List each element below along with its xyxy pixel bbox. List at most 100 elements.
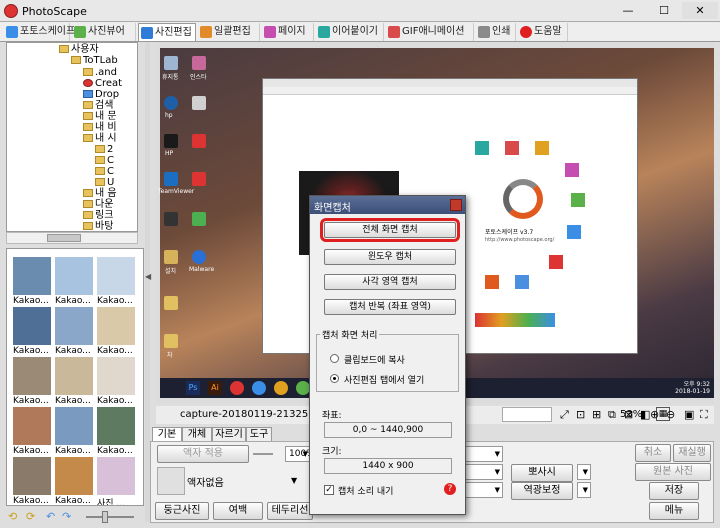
- zoom-window-icon[interactable]: ⧉: [608, 408, 616, 422]
- tree-horizontal-scrollbar[interactable]: [6, 232, 138, 244]
- thumbnail-grid[interactable]: Kakao... Kakao... Kakao... Kakao... Kaka…: [6, 248, 144, 506]
- batch-tab-icon: [200, 26, 212, 38]
- repeat-capture-button[interactable]: 캡처 반복 (좌표 영역): [324, 299, 456, 315]
- desktop-icon-label: 휴지통: [162, 74, 179, 81]
- backlight-button[interactable]: 뽀사시: [511, 464, 573, 482]
- status-field: [502, 407, 552, 422]
- thumbnail-image[interactable]: [55, 407, 93, 445]
- border-button[interactable]: 테두리선: [267, 502, 313, 520]
- tree-item-user[interactable]: ToTLab: [71, 55, 118, 67]
- rotate-left-icon[interactable]: ⟲: [8, 510, 17, 523]
- thumbnail-image[interactable]: [13, 407, 51, 445]
- undo-button[interactable]: 취소: [635, 444, 671, 462]
- redo-icon[interactable]: ↷: [62, 510, 71, 523]
- zoom-icon[interactable]: ⊡: [576, 408, 585, 421]
- panel-tab-crop[interactable]: 자르기: [212, 427, 246, 441]
- menu-button[interactable]: 메뉴: [649, 502, 699, 520]
- maximize-button[interactable]: ☐: [646, 2, 682, 19]
- frame-slider[interactable]: [253, 453, 273, 455]
- viewer-tab-icon: [74, 26, 86, 38]
- undo-icon[interactable]: ↶: [46, 510, 55, 523]
- backlight-correct-button[interactable]: 역광보정: [511, 482, 573, 500]
- close-button[interactable]: ✕: [682, 2, 718, 19]
- photoscape-app-icon: [4, 4, 18, 18]
- thumbnail-label: Kakao...: [97, 296, 133, 306]
- thumbnail-image[interactable]: [13, 457, 51, 495]
- inner-brand: 포토스케이프 v3.7: [485, 229, 534, 236]
- clipboard-radio[interactable]: [330, 354, 339, 363]
- desktop-app-icon: [164, 212, 178, 226]
- backlight-correct-dropdown[interactable]: [577, 482, 591, 498]
- capture-sound-checkbox[interactable]: ✓: [324, 485, 334, 495]
- minimize-button[interactable]: —: [610, 2, 646, 19]
- collapse-arrow-icon[interactable]: ◀: [145, 272, 151, 281]
- filter-select[interactable]: [465, 482, 503, 498]
- tab-viewer[interactable]: 사진뷰어: [72, 23, 136, 41]
- window-capture-button[interactable]: 윈도우 캡처: [324, 249, 456, 265]
- folder-icon: [83, 211, 93, 219]
- inner-gif-icon: [567, 225, 581, 239]
- tab-help[interactable]: 도움말: [518, 23, 568, 41]
- inner-page-icon: [565, 163, 579, 177]
- thumbnail-image[interactable]: [13, 257, 51, 295]
- thumbnail-image[interactable]: [97, 257, 135, 295]
- save-button[interactable]: 저장: [649, 482, 699, 500]
- main-tab-bar: 포토스케이프 사진뷰어 사진편집 일괄편집 페이지 이어붙이기 GIF애니메이션…: [0, 22, 720, 42]
- folder-icon: [83, 134, 93, 142]
- folder-icon: [164, 250, 178, 264]
- redo-button[interactable]: 재실행: [673, 444, 711, 462]
- tab-combine[interactable]: 이어붙이기: [316, 23, 384, 41]
- round-photo-button[interactable]: 둥근사진: [155, 502, 209, 520]
- zoom-fit-icon[interactable]: ⤢: [560, 408, 569, 422]
- thumbnail-image[interactable]: [97, 307, 135, 345]
- thumbnail-image[interactable]: [55, 457, 93, 495]
- zoom-out-icon[interactable]: ⊖: [666, 408, 675, 421]
- tab-editor[interactable]: 사진편집: [138, 23, 196, 41]
- rotate-right-icon[interactable]: ⟳: [26, 510, 35, 523]
- thumbnail-image[interactable]: [55, 357, 93, 395]
- tab-batch[interactable]: 일괄편집: [198, 23, 260, 41]
- dialog-close-icon[interactable]: [450, 199, 462, 211]
- folder-icon: [83, 222, 93, 230]
- help-icon[interactable]: ?: [444, 483, 456, 495]
- panel-tab-tools[interactable]: 도구: [246, 427, 272, 441]
- thumbnail-image[interactable]: [55, 257, 93, 295]
- panel-tab-basic[interactable]: 기본: [152, 427, 182, 441]
- desktop-file-icon: [192, 96, 206, 110]
- hp-support-icon: [164, 134, 178, 148]
- filter-select[interactable]: [465, 464, 503, 480]
- full-screen-capture-button[interactable]: 전체 화면 캡처: [320, 218, 460, 242]
- slider-handle[interactable]: [102, 511, 108, 523]
- open-editor-radio[interactable]: [330, 374, 339, 383]
- thumbnail-image[interactable]: [13, 357, 51, 395]
- tab-photoscape[interactable]: 포토스케이프: [4, 23, 75, 41]
- tab-gif[interactable]: GIF애니메이션: [386, 23, 474, 41]
- zoom-in-icon[interactable]: ⊕: [650, 408, 659, 421]
- folder-tree[interactable]: 사용자 ToTLab .and Creat Drop 검색 내 문 내 비 내 …: [6, 42, 138, 232]
- navigator-icon[interactable]: ▣: [684, 408, 694, 421]
- backlight-dropdown[interactable]: [577, 464, 591, 480]
- region-capture-button[interactable]: 사각 영역 캡처: [324, 274, 456, 290]
- folder-icon: [83, 90, 93, 98]
- thumbnail-image[interactable]: [97, 457, 135, 495]
- filter-select[interactable]: [465, 446, 503, 462]
- original-photo-button[interactable]: 원본 사진: [635, 463, 711, 481]
- fullscreen-icon[interactable]: ⛶: [700, 408, 708, 422]
- thumbnail-image[interactable]: [97, 407, 135, 445]
- title-bar: PhotoScape — ☐ ✕: [0, 0, 720, 22]
- scrollbar-thumb[interactable]: [47, 234, 81, 242]
- thumbnail-image[interactable]: [55, 307, 93, 345]
- frame-apply-button[interactable]: 액자 적용: [157, 445, 249, 463]
- tab-print[interactable]: 인쇄: [476, 23, 516, 41]
- tree-item[interactable]: 바탕: [83, 221, 113, 231]
- margin-button[interactable]: 여백: [213, 502, 263, 520]
- panel-tab-object[interactable]: 개체: [182, 427, 212, 441]
- frame-dropdown-icon[interactable]: ▼: [291, 476, 297, 485]
- illustrator-icon: Ai: [208, 381, 222, 395]
- tab-page[interactable]: 페이지: [262, 23, 314, 41]
- thumbnail-size-slider[interactable]: [86, 516, 134, 518]
- zoom-actual-icon[interactable]: ⊞: [592, 408, 601, 421]
- percent-select[interactable]: 100%: [285, 446, 315, 462]
- thumbnail-image[interactable]: [13, 307, 51, 345]
- thumbnail-image[interactable]: [97, 357, 135, 395]
